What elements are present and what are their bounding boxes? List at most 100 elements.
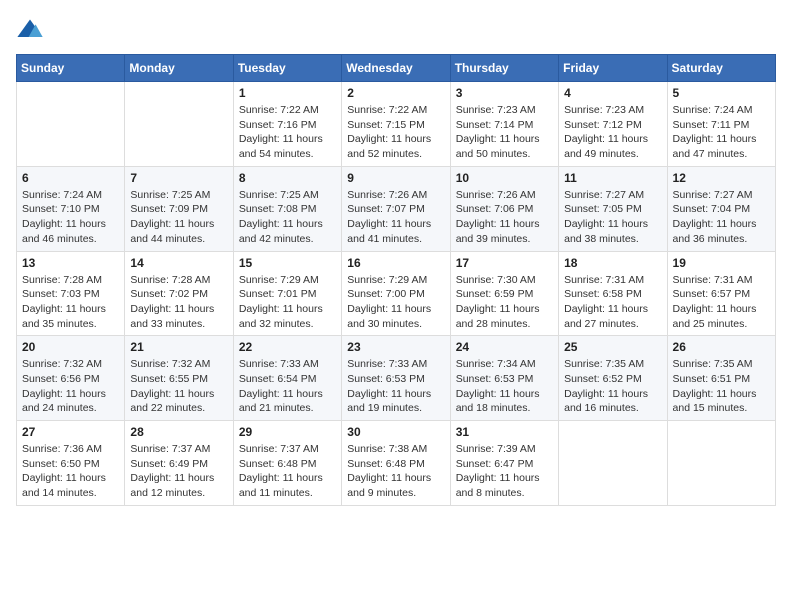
header-cell-tuesday: Tuesday [233, 55, 341, 82]
day-number: 10 [456, 171, 553, 185]
day-cell: 14 Sunrise: 7:28 AMSunset: 7:02 PMDayligh… [125, 251, 233, 336]
day-cell: 6 Sunrise: 7:24 AMSunset: 7:10 PMDaylight… [17, 166, 125, 251]
day-cell [125, 82, 233, 167]
day-number: 14 [130, 256, 227, 270]
day-info: Sunrise: 7:31 AMSunset: 6:58 PMDaylight:… [564, 273, 661, 332]
day-cell [559, 421, 667, 506]
day-number: 21 [130, 340, 227, 354]
day-number: 2 [347, 86, 444, 100]
day-number: 31 [456, 425, 553, 439]
day-info: Sunrise: 7:35 AMSunset: 6:52 PMDaylight:… [564, 357, 661, 416]
day-cell: 27 Sunrise: 7:36 AMSunset: 6:50 PMDayligh… [17, 421, 125, 506]
day-info: Sunrise: 7:27 AMSunset: 7:04 PMDaylight:… [673, 188, 770, 247]
day-info: Sunrise: 7:33 AMSunset: 6:54 PMDaylight:… [239, 357, 336, 416]
day-number: 17 [456, 256, 553, 270]
day-number: 6 [22, 171, 119, 185]
day-info: Sunrise: 7:25 AMSunset: 7:09 PMDaylight:… [130, 188, 227, 247]
day-cell: 24 Sunrise: 7:34 AMSunset: 6:53 PMDayligh… [450, 336, 558, 421]
day-number: 18 [564, 256, 661, 270]
day-number: 23 [347, 340, 444, 354]
day-info: Sunrise: 7:39 AMSunset: 6:47 PMDaylight:… [456, 442, 553, 501]
day-info: Sunrise: 7:23 AMSunset: 7:14 PMDaylight:… [456, 103, 553, 162]
day-number: 4 [564, 86, 661, 100]
day-info: Sunrise: 7:35 AMSunset: 6:51 PMDaylight:… [673, 357, 770, 416]
day-number: 5 [673, 86, 770, 100]
day-cell: 9Sunrise: 7:26 AMSunset: 7:07 PMDaylight… [342, 166, 450, 251]
page-header [16, 16, 776, 44]
day-cell: 31 Sunrise: 7:39 AMSunset: 6:47 PMDayligh… [450, 421, 558, 506]
day-number: 3 [456, 86, 553, 100]
day-info: Sunrise: 7:28 AMSunset: 7:02 PMDaylight:… [130, 273, 227, 332]
day-cell: 15Sunrise: 7:29 AMSunset: 7:01 PMDayligh… [233, 251, 341, 336]
day-info: Sunrise: 7:34 AMSunset: 6:53 PMDaylight:… [456, 357, 553, 416]
header-cell-friday: Friday [559, 55, 667, 82]
calendar-table: SundayMondayTuesdayWednesdayThursdayFrid… [16, 54, 776, 506]
day-number: 19 [673, 256, 770, 270]
day-info: Sunrise: 7:26 AMSunset: 7:06 PMDaylight:… [456, 188, 553, 247]
day-cell: 28Sunrise: 7:37 AMSunset: 6:49 PMDayligh… [125, 421, 233, 506]
day-info: Sunrise: 7:36 AMSunset: 6:50 PMDaylight:… [22, 442, 119, 501]
day-info: Sunrise: 7:25 AMSunset: 7:08 PMDaylight:… [239, 188, 336, 247]
day-number: 7 [130, 171, 227, 185]
day-info: Sunrise: 7:38 AMSunset: 6:48 PMDaylight:… [347, 442, 444, 501]
day-number: 12 [673, 171, 770, 185]
day-info: Sunrise: 7:32 AMSunset: 6:55 PMDaylight:… [130, 357, 227, 416]
day-number: 8 [239, 171, 336, 185]
day-cell: 20 Sunrise: 7:32 AMSunset: 6:56 PMDayligh… [17, 336, 125, 421]
day-cell: 23 Sunrise: 7:33 AMSunset: 6:53 PMDayligh… [342, 336, 450, 421]
day-number: 16 [347, 256, 444, 270]
header-cell-wednesday: Wednesday [342, 55, 450, 82]
day-cell: 4 Sunrise: 7:23 AMSunset: 7:12 PMDaylight… [559, 82, 667, 167]
day-cell: 25 Sunrise: 7:35 AMSunset: 6:52 PMDayligh… [559, 336, 667, 421]
week-row-3: 13Sunrise: 7:28 AMSunset: 7:03 PMDayligh… [17, 251, 776, 336]
week-row-1: 1Sunrise: 7:22 AMSunset: 7:16 PMDaylight… [17, 82, 776, 167]
day-number: 29 [239, 425, 336, 439]
day-info: Sunrise: 7:27 AMSunset: 7:05 PMDaylight:… [564, 188, 661, 247]
day-cell: 18 Sunrise: 7:31 AMSunset: 6:58 PMDayligh… [559, 251, 667, 336]
day-info: Sunrise: 7:31 AMSunset: 6:57 PMDaylight:… [673, 273, 770, 332]
day-info: Sunrise: 7:24 AMSunset: 7:11 PMDaylight:… [673, 103, 770, 162]
day-cell: 17 Sunrise: 7:30 AMSunset: 6:59 PMDayligh… [450, 251, 558, 336]
day-number: 15 [239, 256, 336, 270]
day-info: Sunrise: 7:24 AMSunset: 7:10 PMDaylight:… [22, 188, 119, 247]
day-number: 26 [673, 340, 770, 354]
day-number: 24 [456, 340, 553, 354]
day-cell: 21 Sunrise: 7:32 AMSunset: 6:55 PMDayligh… [125, 336, 233, 421]
week-row-2: 6 Sunrise: 7:24 AMSunset: 7:10 PMDaylight… [17, 166, 776, 251]
day-cell: 13Sunrise: 7:28 AMSunset: 7:03 PMDayligh… [17, 251, 125, 336]
day-cell: 29 Sunrise: 7:37 AMSunset: 6:48 PMDayligh… [233, 421, 341, 506]
day-cell: 2 Sunrise: 7:22 AMSunset: 7:15 PMDaylight… [342, 82, 450, 167]
header-cell-saturday: Saturday [667, 55, 775, 82]
calendar-header: SundayMondayTuesdayWednesdayThursdayFrid… [17, 55, 776, 82]
day-info: Sunrise: 7:23 AMSunset: 7:12 PMDaylight:… [564, 103, 661, 162]
day-cell: 22 Sunrise: 7:33 AMSunset: 6:54 PMDayligh… [233, 336, 341, 421]
day-info: Sunrise: 7:30 AMSunset: 6:59 PMDaylight:… [456, 273, 553, 332]
day-number: 9 [347, 171, 444, 185]
day-number: 30 [347, 425, 444, 439]
week-row-5: 27 Sunrise: 7:36 AMSunset: 6:50 PMDayligh… [17, 421, 776, 506]
day-cell: 11 Sunrise: 7:27 AMSunset: 7:05 PMDayligh… [559, 166, 667, 251]
day-number: 11 [564, 171, 661, 185]
day-cell [17, 82, 125, 167]
day-info: Sunrise: 7:37 AMSunset: 6:48 PMDaylight:… [239, 442, 336, 501]
logo [16, 16, 48, 44]
header-row: SundayMondayTuesdayWednesdayThursdayFrid… [17, 55, 776, 82]
day-info: Sunrise: 7:22 AMSunset: 7:15 PMDaylight:… [347, 103, 444, 162]
week-row-4: 20 Sunrise: 7:32 AMSunset: 6:56 PMDayligh… [17, 336, 776, 421]
day-cell: 30 Sunrise: 7:38 AMSunset: 6:48 PMDayligh… [342, 421, 450, 506]
day-cell: 3 Sunrise: 7:23 AMSunset: 7:14 PMDaylight… [450, 82, 558, 167]
day-number: 25 [564, 340, 661, 354]
day-number: 28 [130, 425, 227, 439]
calendar-body: 1Sunrise: 7:22 AMSunset: 7:16 PMDaylight… [17, 82, 776, 506]
day-info: Sunrise: 7:32 AMSunset: 6:56 PMDaylight:… [22, 357, 119, 416]
day-number: 1 [239, 86, 336, 100]
day-cell: 12 Sunrise: 7:27 AMSunset: 7:04 PMDayligh… [667, 166, 775, 251]
day-number: 20 [22, 340, 119, 354]
day-cell: 10 Sunrise: 7:26 AMSunset: 7:06 PMDayligh… [450, 166, 558, 251]
day-number: 22 [239, 340, 336, 354]
day-info: Sunrise: 7:33 AMSunset: 6:53 PMDaylight:… [347, 357, 444, 416]
day-cell: 7 Sunrise: 7:25 AMSunset: 7:09 PMDaylight… [125, 166, 233, 251]
day-number: 27 [22, 425, 119, 439]
day-cell [667, 421, 775, 506]
day-cell: 19 Sunrise: 7:31 AMSunset: 6:57 PMDayligh… [667, 251, 775, 336]
